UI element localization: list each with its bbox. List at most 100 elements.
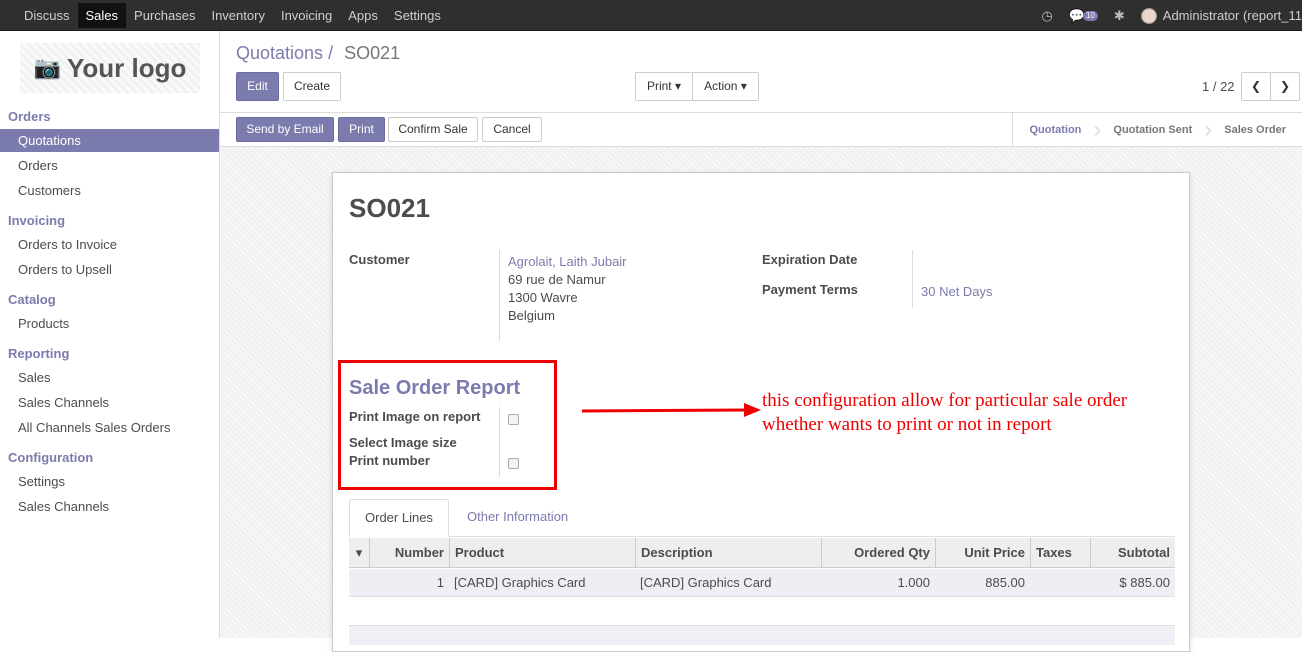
top-navbar: Discuss Sales Purchases Inventory Invoic…	[0, 0, 1302, 31]
caret-down-icon: ▾	[355, 545, 363, 560]
sidebar-item-orders-to-upsell[interactable]: Orders to Upsell	[0, 258, 219, 281]
pager-previous-button[interactable]: ❮	[1241, 72, 1271, 101]
sidebar-section-orders[interactable]: Orders	[8, 109, 51, 124]
cell-qty: 1.000	[897, 575, 930, 590]
address-line-2: 1300 Wavre	[508, 290, 578, 305]
col-subtotal[interactable]: Subtotal	[1090, 538, 1175, 568]
chevron-left-icon: ❮	[1250, 79, 1262, 93]
breadcrumb-current: SO021	[344, 43, 401, 63]
address-line-3: Belgium	[508, 308, 555, 323]
pager-value[interactable]: 1 / 22	[1202, 79, 1235, 94]
bug-icon[interactable]: ✱	[1114, 8, 1125, 24]
edit-button[interactable]: Edit	[236, 72, 279, 101]
send-by-email-button[interactable]: Send by Email	[236, 117, 334, 142]
cell-description: [CARD] Graphics Card	[640, 575, 772, 590]
stage-sales-order[interactable]: Sales Order	[1208, 113, 1302, 148]
menu-settings[interactable]: Settings	[386, 3, 449, 28]
menu-invoicing[interactable]: Invoicing	[273, 3, 340, 28]
cell-number: 1	[436, 575, 444, 590]
annotation-arrow	[581, 403, 761, 417]
annotation-text: this configuration allow for particular …	[762, 389, 1182, 437]
sidebar-item-sales-channels[interactable]: Sales Channels	[0, 391, 219, 414]
payment-terms-label: Payment Terms	[762, 282, 858, 297]
action-dropdown[interactable]: Action ▾	[692, 72, 759, 101]
annotation-line-2: whether wants to print or not in report	[762, 414, 1052, 435]
menu-purchases[interactable]: Purchases	[126, 3, 203, 28]
messages-button[interactable]: 💬 10	[1069, 8, 1098, 24]
menu-apps[interactable]: Apps	[340, 3, 386, 28]
table-row[interactable]: 1 [CARD] Graphics Card [CARD] Graphics C…	[349, 569, 1175, 597]
menu-inventory[interactable]: Inventory	[203, 3, 272, 28]
status-stages: Quotation › Quotation Sent › Sales Order	[1012, 113, 1302, 148]
customer-label: Customer	[349, 252, 410, 267]
customer-link[interactable]: Agrolait, Laith Jubair	[508, 254, 627, 269]
arrow-head	[744, 403, 761, 417]
sidebar-item-sales[interactable]: Sales	[0, 366, 219, 389]
clock-icon[interactable]: ◷	[1041, 8, 1052, 24]
pager-next-button[interactable]: ❯	[1270, 72, 1300, 101]
col-taxes[interactable]: Taxes	[1030, 538, 1090, 568]
form-statusbar: Send by Email Print Confirm Sale Cancel …	[220, 112, 1302, 148]
sidebar-section-catalog[interactable]: Catalog	[8, 292, 56, 307]
sidebar: 📷 Your logo Orders Quotations Orders Cus…	[0, 31, 220, 638]
col-ordered-qty[interactable]: Ordered Qty	[821, 538, 935, 568]
arrow-line	[581, 408, 747, 413]
sidebar-section-invoicing[interactable]: Invoicing	[8, 213, 65, 228]
sidebar-item-settings[interactable]: Settings	[0, 470, 219, 493]
confirm-sale-button[interactable]: Confirm Sale	[388, 117, 478, 142]
stage-quotation-sent[interactable]: Quotation Sent ›	[1097, 113, 1212, 148]
print-button[interactable]: Print	[338, 117, 385, 142]
logo-text: Your logo	[67, 52, 187, 83]
control-panel: Quotations / SO021 Edit Create Print ▾ A…	[220, 31, 1302, 148]
expiration-date-label: Expiration Date	[762, 252, 858, 267]
sidebar-item-customers[interactable]: Customers	[0, 179, 219, 202]
chevron-right-icon: ❯	[1279, 79, 1291, 93]
col-product[interactable]: Product	[449, 538, 635, 568]
breadcrumb: Quotations / SO021	[236, 43, 400, 64]
create-button[interactable]: Create	[283, 72, 341, 101]
menu-sales[interactable]: Sales	[77, 3, 127, 28]
sidebar-item-orders-to-invoice[interactable]: Orders to Invoice	[0, 233, 219, 256]
field-divider	[912, 250, 913, 308]
stage-quotation-sent-label: Quotation Sent	[1113, 124, 1193, 136]
stage-sales-order-label: Sales Order	[1224, 124, 1286, 136]
sidebar-section-configuration[interactable]: Configuration	[8, 450, 93, 465]
menu-discuss[interactable]: Discuss	[16, 3, 78, 28]
table-header: ▾ Number Product Description Ordered Qty…	[349, 538, 1175, 568]
sidebar-item-products[interactable]: Products	[0, 312, 219, 335]
table-footer	[349, 625, 1175, 645]
breadcrumb-quotations[interactable]: Quotations	[236, 43, 323, 63]
user-menu[interactable]: Administrator (report_11	[1140, 7, 1302, 24]
notebook-tabs: Order Lines Other Information	[349, 499, 1175, 537]
company-logo[interactable]: 📷 Your logo	[20, 43, 200, 93]
user-name: Administrator (report_11	[1162, 8, 1302, 23]
payment-terms-link[interactable]: 30 Net Days	[921, 284, 993, 299]
sidebar-item-orders[interactable]: Orders	[0, 154, 219, 177]
cell-product: [CARD] Graphics Card	[454, 575, 586, 590]
tab-order-lines[interactable]: Order Lines	[349, 499, 449, 537]
sort-toggle[interactable]: ▾	[349, 538, 369, 568]
stage-quotation-label: Quotation	[1029, 124, 1082, 136]
col-description[interactable]: Description	[635, 538, 821, 568]
app-menu: Discuss Sales Purchases Inventory Invoic…	[16, 3, 449, 28]
stage-quotation[interactable]: Quotation ›	[1013, 113, 1101, 148]
avatar	[1140, 7, 1157, 24]
messages-badge: 10	[1082, 10, 1098, 21]
cell-taxes	[1030, 569, 1090, 597]
annotation-line-1: this configuration allow for particular …	[762, 390, 1128, 411]
cell-subtotal: $ 885.00	[1119, 575, 1170, 590]
caret-down-icon: ▾	[675, 79, 682, 93]
sidebar-item-quotations[interactable]: Quotations	[0, 129, 219, 152]
col-unit-price[interactable]: Unit Price	[935, 538, 1030, 568]
sidebar-item-config-sales-channels[interactable]: Sales Channels	[0, 495, 219, 518]
tab-other-information[interactable]: Other Information	[452, 499, 583, 537]
sidebar-item-all-channels-sales-orders[interactable]: All Channels Sales Orders	[0, 416, 219, 439]
caret-down-icon: ▾	[740, 79, 747, 93]
cancel-button[interactable]: Cancel	[482, 117, 542, 142]
address-line-1: 69 rue de Namur	[508, 272, 606, 287]
breadcrumb-separator: /	[328, 43, 334, 63]
print-dropdown[interactable]: Print ▾	[635, 72, 693, 101]
sidebar-section-reporting[interactable]: Reporting	[8, 346, 69, 361]
col-number[interactable]: Number	[369, 538, 449, 568]
print-dropdown-label: Print	[646, 79, 672, 93]
